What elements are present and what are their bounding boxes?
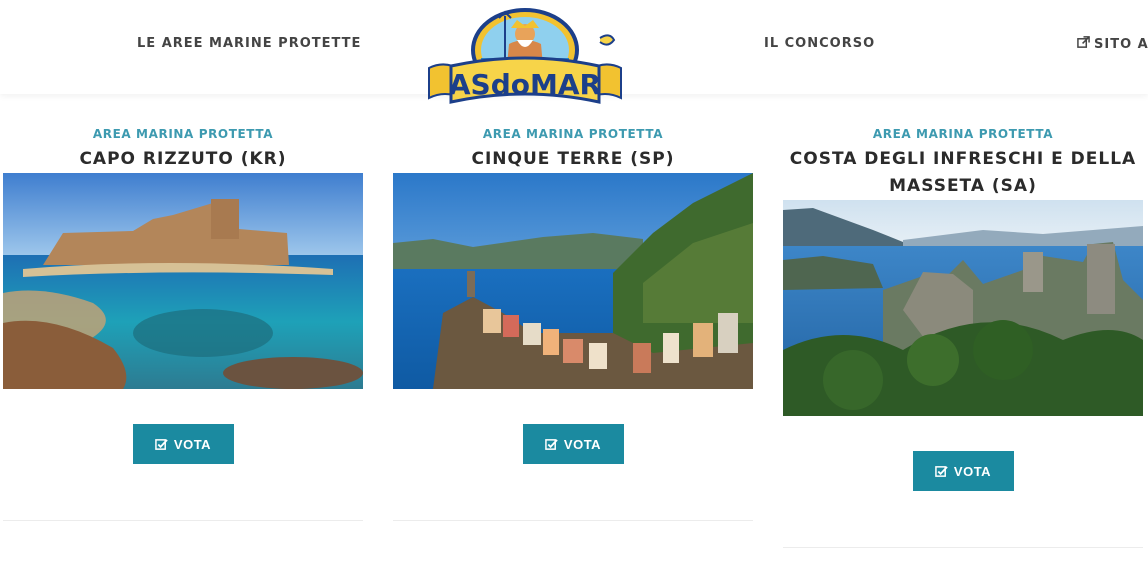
nav-link-sito[interactable]: SITO AS <box>1077 36 1148 52</box>
vote-button[interactable]: VOTA <box>132 424 234 464</box>
external-link-icon <box>1077 36 1090 48</box>
card-title: CINQUE TERRE (SP) <box>471 149 675 169</box>
card-divider <box>3 520 363 521</box>
card-photo[interactable] <box>783 200 1143 416</box>
check-square-icon <box>545 439 558 450</box>
card-divider <box>393 520 753 521</box>
nav-link-aree-marine[interactable]: LE AREE MARINE PROTETTE <box>137 36 361 51</box>
check-square-icon <box>935 466 948 477</box>
vote-button[interactable]: VOTA <box>522 424 624 464</box>
vote-button-label: VOTA <box>173 437 212 452</box>
vote-button-label: VOTA <box>953 464 992 479</box>
vote-button[interactable]: VOTA <box>912 451 1014 491</box>
card-photo[interactable] <box>3 173 363 389</box>
card-capo-rizzuto: AREA MARINA PROTETTA CAPO RIZZUTO (KR) V… <box>3 126 363 521</box>
vote-button-label: VOTA <box>563 437 602 452</box>
card-kicker: AREA MARINA PROTETTA <box>482 127 664 141</box>
card-divider <box>783 547 1143 548</box>
card-costa-infreschi: AREA MARINA PROTETTA COSTA DEGLI INFRESC… <box>783 126 1143 548</box>
card-title: COSTA DEGLI INFRESCHI E DELLA MASSETA (S… <box>789 149 1137 196</box>
card-kicker: AREA MARINA PROTETTA <box>92 127 274 141</box>
card-cinque-terre: AREA MARINA PROTETTA CINQUE TERRE (SP) V… <box>393 126 753 521</box>
card-photo[interactable] <box>393 173 753 389</box>
card-title: CAPO RIZZUTO (KR) <box>79 149 287 169</box>
logo-text: ASdoMAR <box>449 68 601 101</box>
check-square-icon <box>155 439 168 450</box>
card-kicker: AREA MARINA PROTETTA <box>872 127 1054 141</box>
nav-link-sito-label: SITO AS <box>1094 37 1148 52</box>
asdomar-logo[interactable]: ASdoMAR <box>425 6 625 108</box>
nav-link-concorso[interactable]: IL CONCORSO <box>764 36 875 51</box>
